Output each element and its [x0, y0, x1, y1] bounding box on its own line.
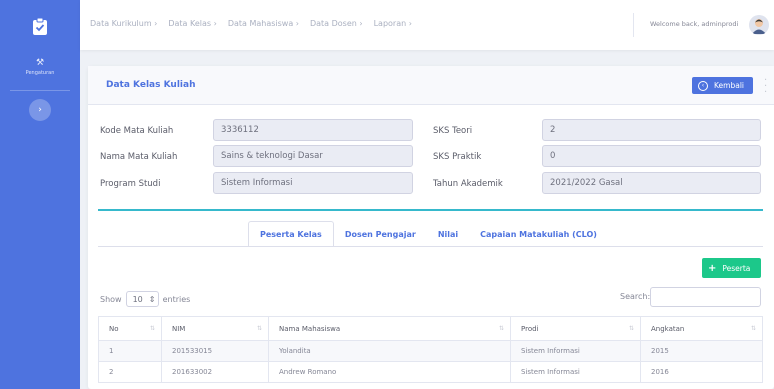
column-header-angkatan[interactable]: Angkatan ⇅ — [640, 316, 763, 341]
search-input[interactable] — [650, 287, 761, 307]
welcome-text[interactable]: Welcome back, adminprodi — [650, 20, 738, 28]
cell-nim: 201533015 — [161, 340, 269, 362]
show-label: Show — [100, 294, 122, 304]
peserta-table: No ⇅ NIM ⇅ Nama Mahasiswa ⇅ Prodi ⇅ Angkatan… — [98, 316, 763, 383]
topbar: Data Kurikulum › Data Kelas › Data Mahas… — [80, 0, 774, 50]
sks-teori-label: SKS Teori — [433, 126, 473, 136]
sks-praktik-label: SKS Praktik — [433, 152, 482, 162]
tahun-akademik-field: 2021/2022 Gasal — [542, 172, 761, 194]
sort-icon: ⇅ — [750, 325, 756, 332]
nav-data-kurikulum[interactable]: Data Kurikulum › — [90, 19, 157, 28]
page-length-select[interactable]: 10 ⇕ — [125, 291, 159, 307]
kode-mata-kuliah-label: Kode Mata Kuliah — [100, 126, 174, 136]
cell-prodi: Sistem Informasi — [510, 340, 641, 362]
cell-angkatan: 2015 — [640, 340, 763, 362]
nama-mata-kuliah-field: Sains & teknologi Dasar — [213, 145, 413, 167]
tab-nilai[interactable]: Nilai — [427, 221, 469, 247]
add-peserta-label: Peserta — [722, 263, 751, 273]
avatar[interactable] — [749, 15, 769, 35]
sidebar-toggle-button[interactable]: › — [29, 99, 51, 121]
cell-no: 1 — [98, 340, 162, 362]
tab-peserta-kelas[interactable]: Peserta Kelas — [248, 221, 334, 247]
sort-icon: ⇅ — [256, 325, 262, 332]
tabs-underline — [98, 246, 763, 247]
page-length-value: 10 — [132, 294, 143, 304]
program-studi-label: Program Studi — [100, 179, 161, 189]
sort-icon: ⇅ — [498, 325, 504, 332]
sidebar: ⚒ Pengaturan › — [0, 0, 80, 389]
settings-icon: ⚒ — [35, 58, 45, 68]
nav-laporan[interactable]: Laporan › — [374, 19, 412, 28]
add-peserta-button[interactable]: + Peserta — [702, 258, 761, 278]
sks-praktik-field: 0 — [542, 145, 761, 167]
tab-dosen-pengajar[interactable]: Dosen Pengajar — [334, 221, 427, 247]
column-header-prodi[interactable]: Prodi ⇅ — [510, 316, 641, 341]
program-studi-field: Sistem Informasi — [213, 172, 413, 194]
sort-icon: ⇅ — [628, 325, 634, 332]
sidebar-item-pengaturan[interactable]: ⚒ Pengaturan — [0, 58, 80, 86]
plus-icon: + — [708, 262, 717, 274]
section-divider — [98, 209, 763, 211]
topbar-divider — [633, 13, 634, 37]
sidebar-item-label: Pengaturan — [25, 70, 55, 76]
sidebar-divider — [10, 90, 70, 91]
tab-bar: Peserta Kelas Dosen Pengajar Nilai Capai… — [248, 221, 608, 247]
column-header-nim[interactable]: NIM ⇅ — [161, 316, 269, 341]
tab-capaian-matakuliah[interactable]: Capaian Matakuliah (CLO) — [469, 221, 608, 247]
nav-data-kelas[interactable]: Data Kelas › — [168, 19, 216, 28]
table-row[interactable]: 2 201633002 Andrew Romano Sistem Informa… — [98, 361, 763, 383]
back-button[interactable]: ‹ Kembali — [692, 77, 753, 94]
page-length-control: Show 10 ⇕ entries — [100, 291, 190, 307]
cell-nim: 201633002 — [161, 361, 269, 383]
nav-data-mahasiswa[interactable]: Data Mahasiswa › — [228, 19, 299, 28]
table-row[interactable]: 1 201533015 Yolandita Sistem Informasi 2… — [98, 340, 763, 362]
tahun-akademik-label: Tahun Akademik — [433, 179, 503, 189]
back-button-label: Kembali — [714, 81, 744, 90]
brand-logo[interactable] — [0, 0, 80, 52]
top-nav: Data Kurikulum › Data Kelas › Data Mahas… — [90, 19, 412, 28]
cell-no: 2 — [98, 361, 162, 383]
clipboard-check-icon — [33, 17, 47, 35]
nama-mata-kuliah-label: Nama Mata Kuliah — [100, 152, 178, 162]
select-arrows-icon: ⇕ — [148, 294, 156, 304]
column-header-no[interactable]: No ⇅ — [98, 316, 162, 341]
table-header-row: No ⇅ NIM ⇅ Nama Mahasiswa ⇅ Prodi ⇅ Angkatan… — [98, 316, 763, 341]
card-header: Data Kelas Kuliah ‹ Kembali · · · — [88, 66, 774, 105]
nav-data-dosen[interactable]: Data Dosen › — [310, 19, 363, 28]
column-header-nama[interactable]: Nama Mahasiswa ⇅ — [268, 316, 511, 341]
entries-label: entries — [162, 294, 191, 304]
cell-nama: Yolandita — [268, 340, 511, 362]
cell-nama: Andrew Romano — [268, 361, 511, 383]
more-options-icon[interactable]: · · · — [764, 76, 767, 98]
cell-prodi: Sistem Informasi — [510, 361, 641, 383]
cell-angkatan: 2016 — [640, 361, 763, 383]
search-label: Search: — [620, 292, 651, 301]
data-kelas-card: Data Kelas Kuliah ‹ Kembali · · · Kode Mat… — [88, 66, 774, 389]
sks-teori-field: 2 — [542, 119, 761, 141]
kode-mata-kuliah-field: 3336112 — [213, 119, 413, 141]
arrow-left-circle-icon: ‹ — [698, 80, 708, 91]
sort-icon: ⇅ — [149, 325, 155, 332]
page-title: Data Kelas Kuliah — [106, 80, 196, 90]
user-avatar-icon — [749, 15, 769, 35]
chevron-right-icon: › — [38, 105, 42, 115]
